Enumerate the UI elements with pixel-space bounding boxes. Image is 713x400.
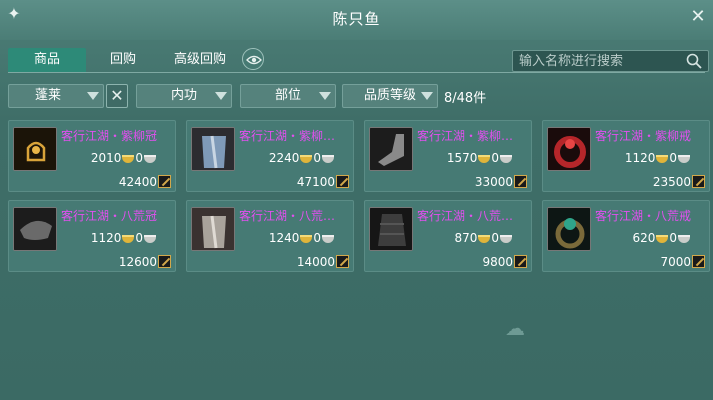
item-price: 1570 0 <box>447 151 513 165</box>
gold-ingot-icon <box>300 234 313 243</box>
silver-ingot-icon <box>500 154 512 163</box>
search-icon[interactable] <box>686 53 702 69</box>
gold-ingot-icon <box>300 154 313 163</box>
item-price: 2240 0 <box>269 151 335 165</box>
item-count: 8/48件 <box>444 91 487 106</box>
silver-ingot-icon <box>322 154 334 163</box>
filter-row: 蓬莱 ✕ 内功 部位 品质等级 8/48件 <box>0 84 713 110</box>
close-icon[interactable]: ✕ <box>689 8 707 26</box>
silver-ingot-icon <box>322 234 334 243</box>
item-card[interactable]: 客行江湖・紫柳… 2240 0 47100 <box>186 120 354 192</box>
chevron-down-icon <box>421 92 433 100</box>
bracer-icon <box>369 207 413 251</box>
crown-icon <box>13 127 57 171</box>
item-name: 客行江湖・八荒… <box>417 209 514 223</box>
quality-dropdown[interactable]: 品质等级 <box>342 84 438 108</box>
item-value: 47100 <box>296 175 335 189</box>
chevron-down-icon <box>215 92 227 100</box>
item-card[interactable]: 客行江湖・紫柳戒 1120 0 23500 <box>542 120 710 192</box>
item-value: 7000 <box>660 255 691 269</box>
item-card[interactable]: 客行江湖・八荒冠 1120 0 12600 <box>8 200 176 272</box>
item-card[interactable]: 客行江湖・紫柳冠 2010 0 42400 <box>8 120 176 192</box>
item-price: 1240 0 <box>269 231 335 245</box>
eye-icon[interactable] <box>242 48 264 70</box>
brush-icon <box>692 175 705 188</box>
decorative-cloud-icon: ☁ <box>505 316 525 340</box>
gold-ingot-icon <box>122 154 135 163</box>
brush-icon <box>336 255 349 268</box>
chevron-down-icon <box>319 92 331 100</box>
item-value: 33000 <box>474 175 513 189</box>
gold-ingot-icon <box>656 154 669 163</box>
silver-ingot-icon <box>144 234 156 243</box>
school-dropdown[interactable]: 蓬莱 <box>8 84 104 108</box>
brush-icon <box>692 255 705 268</box>
brush-icon <box>336 175 349 188</box>
category-dropdown[interactable]: 内功 <box>136 84 232 108</box>
item-price: 2010 0 <box>91 151 157 165</box>
boots-icon <box>369 127 413 171</box>
item-value: 42400 <box>118 175 157 189</box>
tab-underline <box>8 72 705 73</box>
item-card[interactable]: 客行江湖・八荒… 1240 0 14000 <box>186 200 354 272</box>
item-name: 客行江湖・八荒冠 <box>61 209 158 223</box>
gold-ingot-icon <box>656 234 669 243</box>
item-card[interactable]: 客行江湖・八荒戒 620 0 7000 <box>542 200 710 272</box>
item-name: 客行江湖・八荒… <box>239 209 336 223</box>
shop-panel: ✦ 陈只鱼 ✕ 商品 回购 高级回购 蓬莱 ✕ 内功 <box>0 0 713 400</box>
tab-advanced-buyback[interactable]: 高级回购 <box>160 48 240 72</box>
tab-buyback[interactable]: 回购 <box>90 48 156 72</box>
item-value: 9800 <box>482 255 513 269</box>
gold-ingot-icon <box>122 234 135 243</box>
brush-icon <box>158 175 171 188</box>
search-input[interactable] <box>519 53 679 69</box>
gold-ingot-icon <box>478 154 491 163</box>
silver-ingot-icon <box>678 154 690 163</box>
item-card[interactable]: 客行江湖・紫柳… 1570 0 33000 <box>364 120 532 192</box>
item-card[interactable]: 客行江湖・八荒… 870 0 9800 <box>364 200 532 272</box>
item-price: 620 0 <box>632 231 691 245</box>
clear-filter-icon[interactable]: ✕ <box>106 84 128 108</box>
tab-goods[interactable]: 商品 <box>8 48 86 72</box>
item-value: 14000 <box>296 255 335 269</box>
silver-ingot-icon <box>678 234 690 243</box>
silver-ingot-icon <box>500 234 512 243</box>
ring-icon <box>547 207 591 251</box>
item-name: 客行江湖・八荒戒 <box>595 209 692 223</box>
silver-ingot-icon <box>144 154 156 163</box>
brush-icon <box>158 255 171 268</box>
hat-icon <box>13 207 57 251</box>
brush-icon <box>514 175 527 188</box>
gold-ingot-icon <box>478 234 491 243</box>
robe-icon <box>191 207 235 251</box>
item-price: 1120 0 <box>625 151 691 165</box>
item-name: 客行江湖・紫柳冠 <box>61 129 158 143</box>
title-bar: ✦ 陈只鱼 ✕ <box>0 0 713 40</box>
item-name: 客行江湖・紫柳… <box>417 129 514 143</box>
item-price: 870 0 <box>454 231 513 245</box>
search-box <box>512 50 709 72</box>
item-name: 客行江湖・紫柳戒 <box>595 129 692 143</box>
item-value: 23500 <box>652 175 691 189</box>
chevron-down-icon <box>87 92 99 100</box>
item-value: 12600 <box>118 255 157 269</box>
item-price: 1120 0 <box>91 231 157 245</box>
window-title: 陈只鱼 <box>332 10 381 28</box>
ring-icon <box>547 127 591 171</box>
robe-icon <box>191 127 235 171</box>
brush-icon <box>514 255 527 268</box>
slot-dropdown[interactable]: 部位 <box>240 84 336 108</box>
item-name: 客行江湖・紫柳… <box>239 129 336 143</box>
